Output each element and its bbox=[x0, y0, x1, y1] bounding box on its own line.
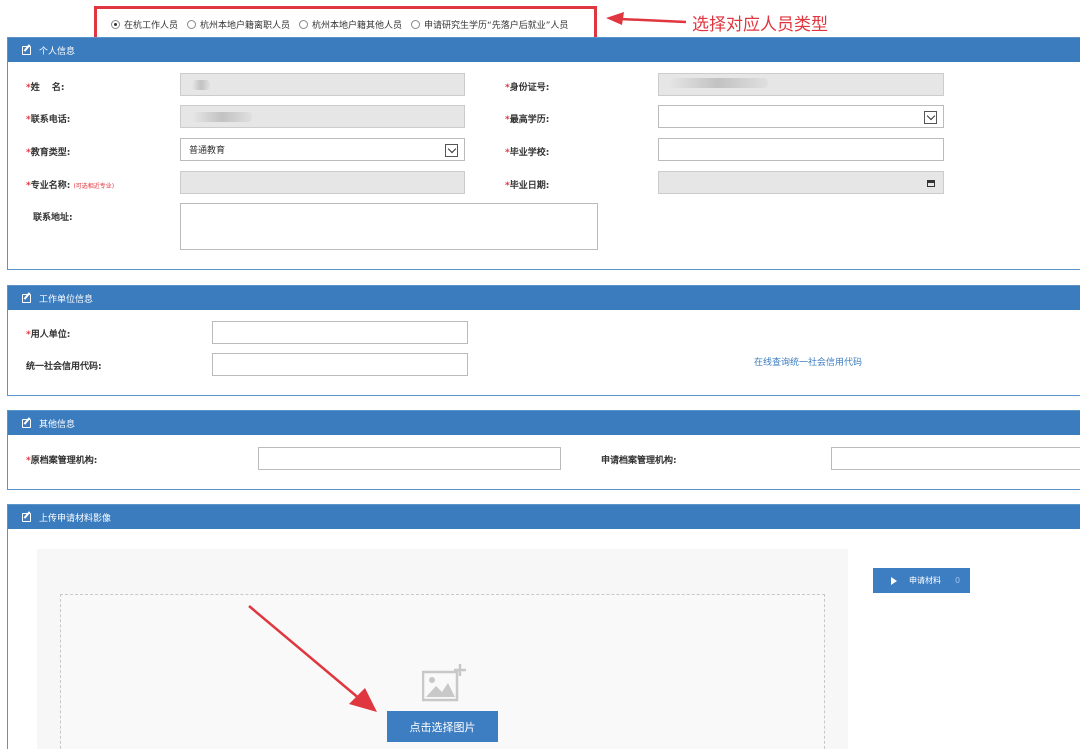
add-image-icon bbox=[422, 664, 466, 702]
materials-count-badge: 0 bbox=[955, 576, 961, 585]
grad-date-field[interactable] bbox=[658, 171, 944, 194]
credit-code-lookup-link[interactable]: 在线查询统一社会信用代码 bbox=[754, 355, 862, 368]
apply-archive-label: 申请档案管理机构: bbox=[601, 456, 677, 466]
apply-materials-button[interactable]: 申请材料 0 bbox=[873, 568, 970, 593]
orig-archive-field[interactable] bbox=[258, 447, 561, 470]
redacted-blur bbox=[192, 112, 252, 122]
radio-option-graduate[interactable]: 申请研究生学历“先落户后就业”人员 bbox=[411, 18, 568, 31]
redacted-blur bbox=[668, 78, 768, 88]
panel-title: 上传申请材料影像 bbox=[39, 513, 112, 524]
play-icon bbox=[891, 576, 897, 585]
id-number-label: *身份证号: bbox=[505, 83, 550, 93]
annotation-arrow-icon bbox=[248, 605, 377, 712]
name-label: *姓 名: bbox=[26, 83, 65, 93]
address-textarea[interactable] bbox=[180, 203, 598, 250]
radio-option-label: 申请研究生学历“先落户后就业”人员 bbox=[424, 21, 569, 31]
degree-select[interactable] bbox=[658, 105, 944, 128]
apply-materials-label: 申请材料 bbox=[909, 576, 941, 585]
annotation-arrow-icon bbox=[606, 12, 686, 25]
address-label: 联系地址: bbox=[33, 213, 73, 223]
school-label: *毕业学校: bbox=[505, 148, 550, 158]
radio-option-local-other[interactable]: 杭州本地户籍其他人员 bbox=[299, 18, 402, 31]
major-label: *专业名称: (可选相近专业) bbox=[26, 181, 115, 191]
name-field[interactable] bbox=[180, 73, 465, 96]
panel-title: 工作单位信息 bbox=[39, 294, 94, 305]
radio-unselected-icon[interactable] bbox=[411, 20, 421, 29]
panel-title: 其他信息 bbox=[39, 419, 76, 430]
orig-archive-label: *原档案管理机构: bbox=[26, 456, 98, 466]
apply-archive-field[interactable] bbox=[831, 447, 1080, 470]
degree-label: *最高学历: bbox=[505, 115, 550, 125]
employer-label: *用人单位: bbox=[26, 330, 71, 340]
edit-icon bbox=[22, 293, 31, 303]
panel-header: 工作单位信息 bbox=[8, 286, 1080, 310]
radio-selected-icon[interactable] bbox=[111, 20, 120, 29]
edit-icon bbox=[22, 418, 31, 428]
major-field[interactable] bbox=[180, 171, 465, 194]
radio-option-label: 杭州本地户籍其他人员 bbox=[312, 21, 403, 31]
edu-type-select[interactable]: 普通教育 bbox=[180, 138, 465, 161]
panel-header: 个人信息 bbox=[8, 38, 1080, 62]
panel-header: 其他信息 bbox=[8, 411, 1080, 435]
redacted-blur bbox=[192, 80, 210, 90]
employer-field[interactable] bbox=[212, 321, 468, 344]
grad-date-label: *毕业日期: bbox=[505, 181, 550, 191]
radio-unselected-icon[interactable] bbox=[187, 20, 197, 29]
panel-title: 个人信息 bbox=[39, 46, 76, 57]
calendar-icon[interactable] bbox=[927, 180, 935, 187]
phone-label: *联系电话: bbox=[26, 115, 71, 125]
panel-header: 上传申请材料影像 bbox=[8, 505, 1080, 529]
credit-code-field[interactable] bbox=[212, 353, 468, 376]
choose-image-button[interactable]: 点击选择图片 bbox=[387, 711, 498, 742]
radio-option-label: 杭州本地户籍离职人员 bbox=[200, 21, 291, 31]
radio-option-label: 在杭工作人员 bbox=[124, 21, 179, 31]
edu-type-value: 普通教育 bbox=[189, 146, 226, 156]
edit-icon bbox=[22, 45, 31, 55]
edu-type-label: *教育类型: bbox=[26, 148, 71, 158]
annotation-text: 选择对应人员类型 bbox=[692, 15, 828, 35]
chevron-down-icon[interactable] bbox=[924, 111, 937, 124]
radio-option-hangzhou-worker[interactable]: 在杭工作人员 bbox=[111, 18, 178, 31]
radio-option-local-resigned[interactable]: 杭州本地户籍离职人员 bbox=[187, 18, 290, 31]
employer-info-panel: 工作单位信息 bbox=[7, 285, 1080, 396]
radio-unselected-icon[interactable] bbox=[299, 20, 309, 29]
chevron-down-icon[interactable] bbox=[445, 144, 458, 157]
school-field[interactable] bbox=[658, 138, 944, 161]
edit-icon bbox=[22, 512, 31, 522]
credit-code-label: 统一社会信用代码: bbox=[26, 362, 102, 372]
